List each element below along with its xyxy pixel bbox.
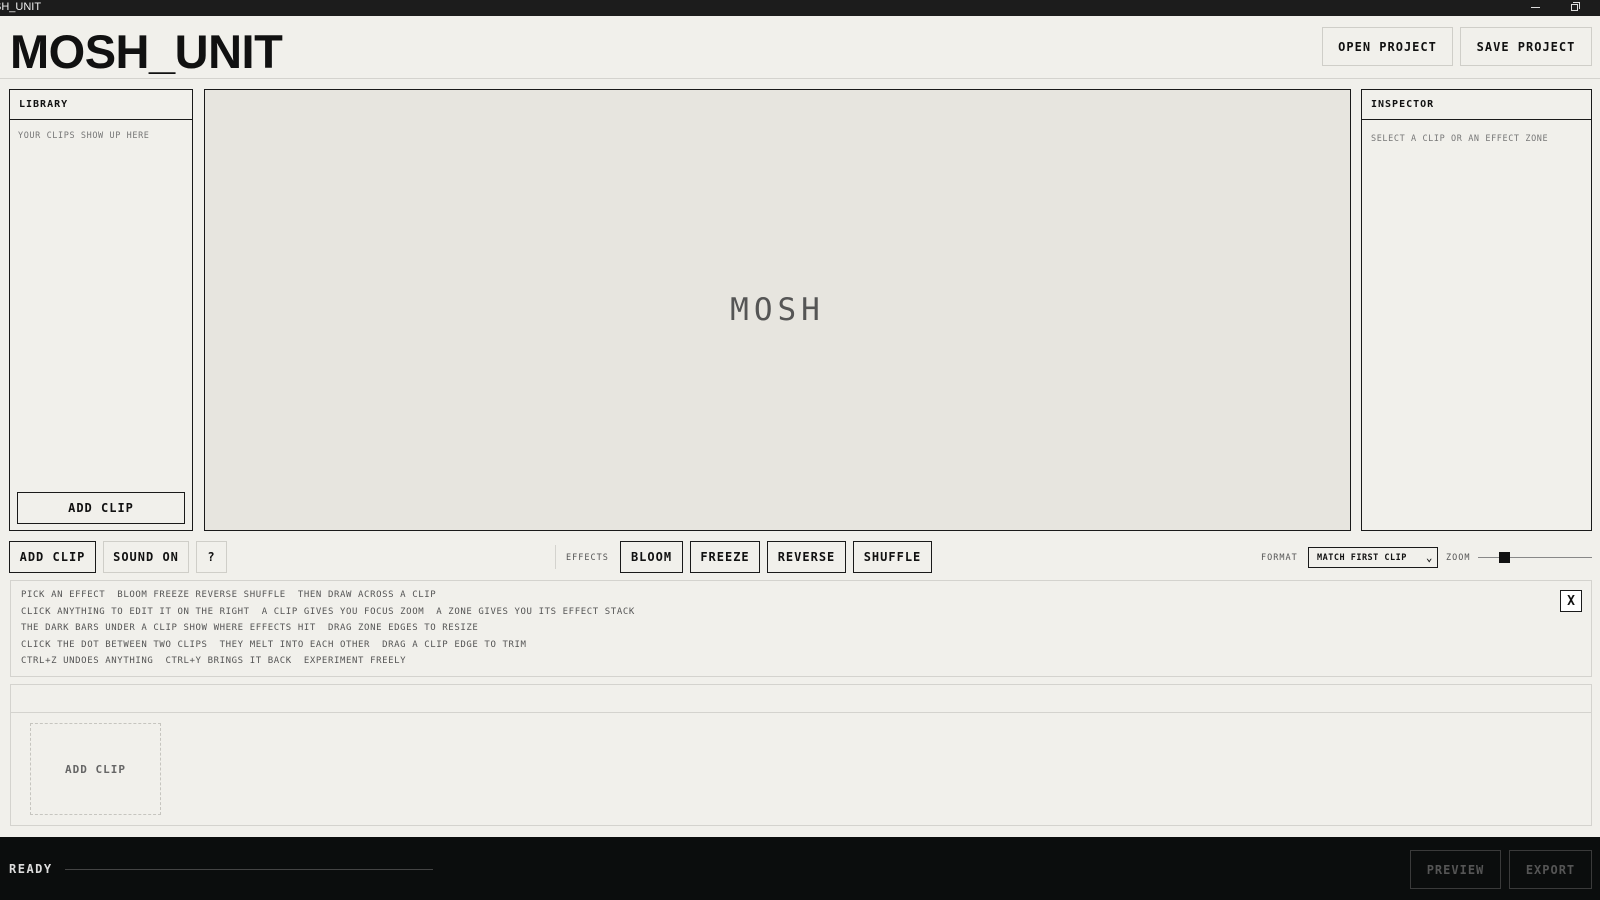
save-project-button[interactable]: SAVE PROJECT [1460,27,1592,66]
app-header: MOSH_UNIT OPEN PROJECT SAVE PROJECT [0,16,1600,79]
restore-icon[interactable] [1566,0,1584,16]
zoom-label: ZOOM [1446,553,1471,563]
preview-canvas[interactable]: MOSH [204,89,1351,531]
effect-shuffle-button[interactable]: SHUFFLE [853,541,932,573]
chevron-down-icon: ⌄ [1425,551,1433,564]
library-add-clip-button[interactable]: ADD CLIP [17,492,185,524]
inspector-panel: INSPECTOR SELECT A CLIP OR AN EFFECT ZON… [1361,89,1592,531]
inspector-hint: SELECT A CLIP OR AN EFFECT ZONE [1371,134,1549,144]
effect-freeze-button[interactable]: FREEZE [690,541,760,573]
tips-close-button[interactable]: X [1560,590,1582,612]
status-bar: READY PREVIEW EXPORT [0,837,1600,900]
tip-line: CLICK THE DOT BETWEEN TWO CLIPS THEY MEL… [21,640,527,650]
tip-line: THE DARK BARS UNDER A CLIP SHOW WHERE EF… [21,623,479,633]
effect-bloom-button[interactable]: BLOOM [620,541,683,573]
format-select[interactable]: MATCH FIRST CLIP ⌄ [1308,547,1438,568]
library-empty-hint: YOUR CLIPS SHOW UP HERE [18,131,150,141]
preview-button[interactable]: PREVIEW [1410,850,1501,889]
toolbar-divider [555,545,556,569]
tip-line: CTRL+Z UNDOES ANYTHING CTRL+Y BRINGS IT … [21,656,407,666]
tip-line: CLICK ANYTHING TO EDIT IT ON THE RIGHT A… [21,607,635,617]
tips-panel: PICK AN EFFECT BLOOM FREEZE REVERSE SHUF… [10,580,1592,677]
preview-placeholder: MOSH [730,292,825,328]
render-progress-bar [65,869,433,870]
window-title: SH_UNIT [0,1,42,13]
help-button[interactable]: ? [196,541,227,573]
format-select-value: MATCH FIRST CLIP [1317,553,1407,563]
export-button[interactable]: EXPORT [1509,850,1592,889]
open-project-button[interactable]: OPEN PROJECT [1322,27,1453,66]
library-title: LIBRARY [10,90,192,120]
status-text: READY [9,862,53,876]
timeline-ruler[interactable] [10,684,1592,712]
window-titlebar: SH_UNIT [0,0,1600,16]
add-clip-button[interactable]: ADD CLIP [9,541,96,573]
sound-toggle-button[interactable]: SOUND ON [103,541,189,573]
format-label: FORMAT [1261,553,1298,563]
zoom-slider-track[interactable] [1478,557,1592,558]
effect-reverse-button[interactable]: REVERSE [767,541,846,573]
app-logo: MOSH_UNIT [10,25,283,78]
tip-line: PICK AN EFFECT BLOOM FREEZE REVERSE SHUF… [21,590,437,600]
zoom-slider-thumb[interactable] [1498,552,1510,563]
library-panel: LIBRARY YOUR CLIPS SHOW UP HERE ADD CLIP [9,89,193,531]
inspector-title: INSPECTOR [1362,90,1591,120]
timeline-add-clip-dropzone[interactable]: ADD CLIP [30,723,161,815]
minimize-icon[interactable] [1527,0,1545,16]
timeline-track[interactable]: ADD CLIP [10,712,1592,826]
effects-label: EFFECTS [566,553,609,563]
